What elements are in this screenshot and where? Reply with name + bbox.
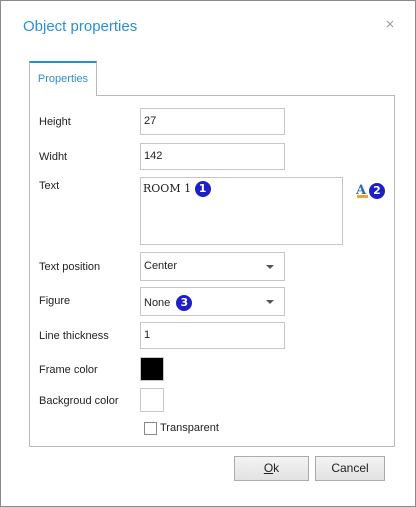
height-input[interactable]: 27 xyxy=(140,108,285,135)
figure-select[interactable]: None 3 xyxy=(140,287,285,316)
frame-color-label: Frame color xyxy=(39,364,98,376)
dialog-title: Object properties xyxy=(23,18,138,35)
width-input[interactable]: 142 xyxy=(140,143,285,170)
figure-label: Figure xyxy=(39,295,71,307)
cancel-button[interactable]: Cancel xyxy=(315,456,385,481)
annotation-badge-2: 2 xyxy=(369,183,385,199)
ok-button-label: k xyxy=(273,461,280,475)
text-position-value: Center xyxy=(144,260,178,272)
chevron-down-icon xyxy=(266,265,274,269)
text-label: Text xyxy=(39,180,60,192)
width-label: Widht xyxy=(39,151,68,163)
object-properties-dialog: Object properties × Properties Height 27… xyxy=(0,0,416,507)
ok-button-mnemonic: O xyxy=(263,461,274,475)
line-thickness-label: Line thickness xyxy=(39,330,109,342)
transparent-label: Transparent xyxy=(160,422,219,434)
close-icon[interactable]: × xyxy=(382,17,398,33)
tab-properties[interactable]: Properties xyxy=(29,61,97,96)
line-thickness-input[interactable]: 1 xyxy=(140,322,285,349)
transparent-checkbox[interactable] xyxy=(144,422,157,435)
ok-button[interactable]: Ok xyxy=(234,456,309,481)
figure-value: None xyxy=(144,296,171,309)
text-input[interactable]: ROOM 1 1 xyxy=(140,177,343,245)
background-color-swatch[interactable] xyxy=(140,388,164,412)
text-input-value: ROOM 1 xyxy=(143,182,192,195)
height-label: Height xyxy=(39,116,71,128)
background-color-label: Backgroud color xyxy=(39,395,119,407)
chevron-down-icon xyxy=(266,300,274,304)
text-position-select[interactable]: Center xyxy=(140,252,285,281)
text-position-label: Text position xyxy=(39,261,101,273)
annotation-badge-3: 3 xyxy=(176,295,193,311)
frame-color-swatch[interactable] xyxy=(140,357,164,381)
annotation-badge-1: 1 xyxy=(194,181,211,197)
